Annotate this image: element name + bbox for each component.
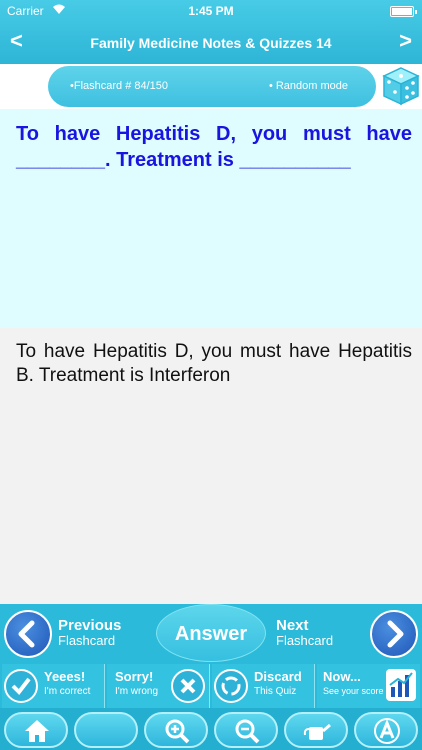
zoom-out-button[interactable]	[214, 712, 278, 748]
time-label: 1:45 PM	[188, 4, 234, 18]
home-icon	[25, 720, 49, 742]
next-flashcard-button[interactable]: Next Flashcard	[270, 608, 420, 660]
zoom-out-icon	[235, 719, 260, 744]
discard-line2: This Quiz	[254, 686, 297, 697]
header: Carrier 1:45 PM < Family Medicine Notes …	[0, 0, 422, 64]
page-title: Family Medicine Notes & Quizzes 14	[90, 35, 332, 51]
watering-can-button[interactable]	[284, 712, 348, 748]
next-label: Next Flashcard	[276, 618, 333, 648]
correct-line2: I'm correct	[44, 686, 91, 697]
next-line1: Next	[276, 617, 309, 634]
blank-button[interactable]	[74, 712, 138, 748]
answer-card: To have Hepatitis D, you must have Hepat…	[0, 328, 422, 604]
discard-line1: Discard	[254, 669, 302, 684]
score-line1: Now...	[323, 669, 361, 684]
back-icon[interactable]: <	[10, 28, 23, 54]
flashcard-nav-row: Previous Flashcard Answer Next Flashcard	[0, 604, 422, 662]
previous-line2: Flashcard	[58, 633, 116, 648]
info-bar: •Flashcard # 84/150 • Random mode	[0, 64, 422, 109]
toolbar	[0, 708, 422, 750]
zoom-in-button[interactable]	[144, 712, 208, 748]
answer-text: To have Hepatitis D, you must have Hepat…	[16, 341, 412, 386]
see-score-button[interactable]: Now... See your score	[317, 664, 420, 708]
mode-label: • Random mode	[268, 80, 348, 92]
nav-bar: < Family Medicine Notes & Quizzes 14 >	[0, 22, 422, 64]
discard-quiz-button[interactable]: Discard This Quiz	[212, 664, 315, 708]
close-icon	[171, 669, 205, 703]
next-line2: Flashcard	[276, 633, 334, 648]
previous-line1: Previous	[58, 617, 122, 634]
battery-icon	[390, 6, 417, 17]
info-pill: •Flashcard # 84/150 • Random mode	[48, 66, 376, 107]
forward-icon[interactable]: >	[399, 28, 412, 54]
previous-flashcard-button[interactable]: Previous Flashcard	[2, 608, 152, 660]
chevron-right-icon	[370, 610, 418, 658]
watering-can-icon	[303, 723, 331, 740]
previous-label: Previous Flashcard	[58, 618, 121, 648]
answer-button[interactable]: Answer	[156, 604, 266, 662]
correct-button[interactable]: Yeees! I'm correct	[2, 664, 105, 708]
correct-line1: Yeees!	[44, 669, 86, 684]
chevron-left-icon	[4, 610, 52, 658]
checkmark-icon	[4, 669, 38, 703]
bottom-controls: Previous Flashcard Answer Next Flashcard…	[0, 604, 422, 750]
wrong-line1: Sorry!	[115, 669, 154, 684]
bar-chart-icon	[386, 669, 416, 701]
score-line2: See your score	[323, 686, 384, 696]
font-button[interactable]	[354, 712, 418, 748]
zoom-in-icon	[165, 719, 190, 744]
wrong-line2: I'm wrong	[115, 686, 159, 697]
question-text: To have Hepatitis D, you must have _____…	[16, 123, 412, 171]
font-icon	[374, 718, 400, 744]
dice-icon[interactable]	[382, 66, 420, 106]
question-card: To have Hepatitis D, you must have _____…	[0, 109, 422, 328]
recycle-icon	[214, 669, 248, 703]
status-bar: Carrier 1:45 PM	[0, 0, 422, 22]
wrong-button[interactable]: Sorry! I'm wrong	[107, 664, 210, 708]
home-button[interactable]	[4, 712, 68, 748]
flashcard-counter: •Flashcard # 84/150	[70, 80, 169, 92]
action-row: Yeees! I'm correct Sorry! I'm wrong Disc…	[0, 664, 422, 708]
